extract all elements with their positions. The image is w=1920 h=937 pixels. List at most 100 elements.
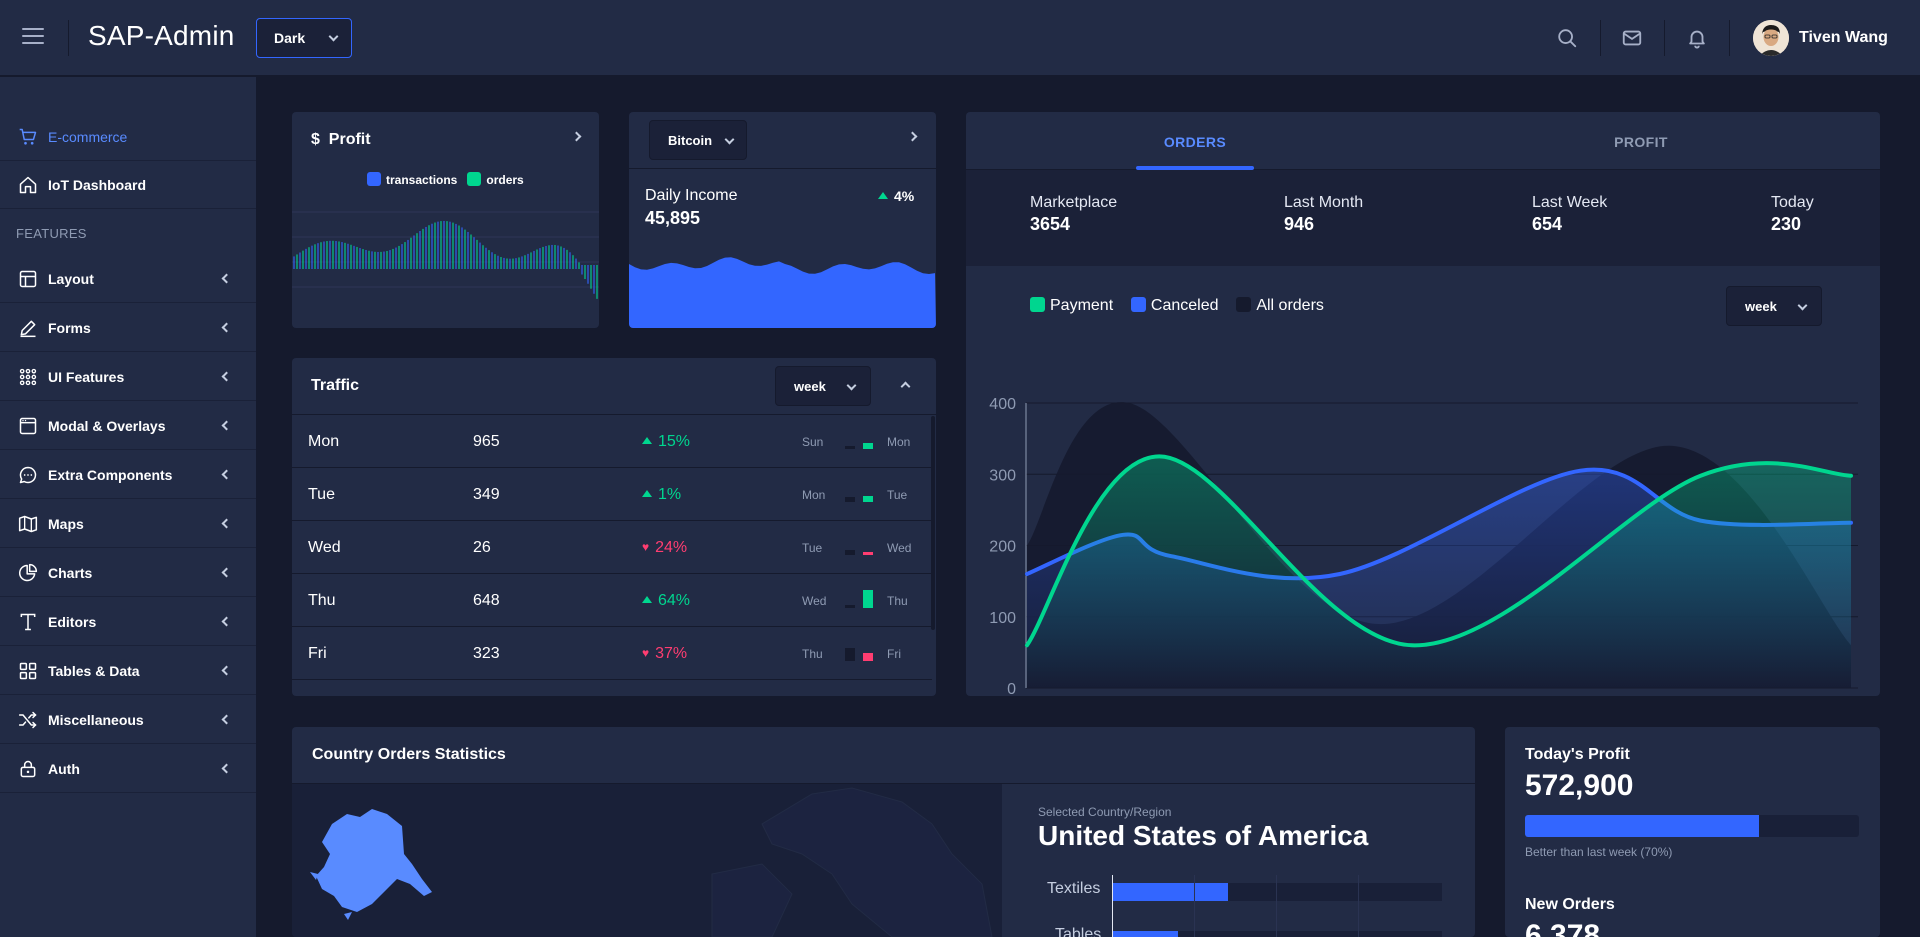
sidebar-item-miscellaneous[interactable]: Miscellaneous bbox=[0, 696, 256, 744]
sidebar-item-label: Tables & Data bbox=[48, 663, 140, 679]
orders-period-select[interactable]: week bbox=[1726, 286, 1822, 326]
sidebar-item-extra-components[interactable]: Extra Components bbox=[0, 451, 256, 499]
text-icon bbox=[20, 613, 36, 631]
profit-card: $ Profit transactions orders bbox=[292, 112, 599, 328]
traffic-prev-bar bbox=[845, 605, 855, 608]
traffic-prev-bar bbox=[845, 496, 855, 502]
stat-last-week: Last Week 654 bbox=[1532, 194, 1608, 234]
sidebar-item-editors[interactable]: Editors bbox=[0, 598, 256, 646]
y-tick-label: 100 bbox=[989, 610, 1016, 627]
bar-textiles bbox=[1112, 883, 1228, 901]
sidebar-item-label: E-commerce bbox=[48, 129, 128, 145]
theme-select[interactable]: Dark bbox=[256, 18, 352, 58]
sidebar-item-maps[interactable]: Maps bbox=[0, 500, 256, 548]
stat-marketplace: Marketplace 3654 bbox=[1030, 194, 1118, 234]
orders-legend: Payment Canceled All orders bbox=[1030, 297, 1324, 315]
arrow-up-icon bbox=[642, 437, 652, 444]
traffic-scrollbar[interactable] bbox=[931, 416, 935, 630]
legend-item-transactions: transactions bbox=[367, 172, 457, 187]
user-name[interactable]: Tiven Wang bbox=[1799, 29, 1888, 47]
chevron-down-icon bbox=[846, 380, 857, 391]
legend-swatch bbox=[367, 172, 381, 186]
sidebar-group-features: FEATURES bbox=[16, 226, 87, 241]
traffic-prev-bar bbox=[845, 446, 855, 449]
map-icon bbox=[18, 515, 38, 533]
traffic-row: Thu 648 64% Wed Thu bbox=[292, 574, 932, 627]
bar-track-tables bbox=[1112, 931, 1442, 937]
daily-income-delta: 4% bbox=[878, 188, 914, 204]
sidebar-item-auth[interactable]: Auth bbox=[0, 745, 256, 793]
tabs-header bbox=[966, 112, 1880, 170]
todays-profit-card: Today's Profit 572,900 Better than last … bbox=[1505, 727, 1880, 937]
keypad-icon bbox=[19, 368, 37, 386]
browser-icon bbox=[19, 417, 37, 435]
chevron-down-icon bbox=[724, 134, 735, 145]
sidebar-item-charts[interactable]: Charts bbox=[0, 549, 256, 597]
sidebar-item-ui-features[interactable]: UI Features bbox=[0, 353, 256, 401]
new-orders-value: 6,378 bbox=[1525, 919, 1601, 937]
app-brand[interactable]: SAP-Admin bbox=[88, 20, 235, 52]
search-icon[interactable] bbox=[1556, 27, 1578, 49]
world-map[interactable] bbox=[292, 784, 1002, 937]
bar-axis bbox=[1112, 875, 1113, 937]
legend-swatch bbox=[1030, 297, 1045, 312]
bar-tables bbox=[1112, 931, 1178, 937]
traffic-cur-bar bbox=[863, 652, 873, 661]
sidebar-item-e-commerce[interactable]: E-commerce bbox=[0, 113, 256, 161]
sidebar-item-label: Layout bbox=[48, 271, 94, 287]
avatar[interactable] bbox=[1753, 20, 1789, 56]
sidebar-item-tables-data[interactable]: Tables & Data bbox=[0, 647, 256, 695]
profit-progress-bar bbox=[1525, 815, 1759, 837]
sidebar-item-layout[interactable]: Layout bbox=[0, 255, 256, 303]
profit-progress-track bbox=[1525, 815, 1859, 837]
orders-area-chart: 0100200300400MonTueWedThuFriSatSun bbox=[989, 396, 1858, 696]
tab-orders[interactable]: ORDERS bbox=[1136, 112, 1254, 170]
grid-icon bbox=[19, 662, 37, 680]
sidebar-item-label: Extra Components bbox=[48, 467, 173, 483]
email-icon[interactable] bbox=[1621, 27, 1643, 49]
progress-caption: Better than last week (70%) bbox=[1525, 845, 1673, 859]
traffic-cur-bar bbox=[863, 442, 873, 449]
bar-label-tables: Tables bbox=[1055, 926, 1102, 937]
daily-income-value: 45,895 bbox=[645, 208, 701, 228]
todays-profit-label: Today's Profit bbox=[1525, 746, 1630, 763]
legend-item-all-orders: All orders bbox=[1236, 297, 1324, 314]
traffic-day: Wed bbox=[308, 539, 341, 556]
top-header: SAP-Admin Dark Tiven Wang bbox=[0, 0, 1920, 76]
theme-select-value: Dark bbox=[274, 30, 306, 46]
arrow-up-icon bbox=[642, 490, 652, 497]
tab-profit[interactable]: PROFIT bbox=[1576, 112, 1706, 170]
traffic-cur-bar bbox=[863, 495, 873, 502]
chevron-left-icon bbox=[221, 273, 232, 284]
traffic-day: Mon bbox=[308, 433, 340, 450]
traffic-cur-bar bbox=[863, 590, 873, 608]
traffic-delta: 64% bbox=[642, 592, 690, 610]
legend-swatch bbox=[1130, 297, 1146, 312]
selected-country-name: United States of America bbox=[1038, 820, 1369, 851]
traffic-prev-label: Tue bbox=[802, 541, 823, 555]
chevron-right-icon[interactable] bbox=[571, 131, 582, 142]
menu-toggle-icon[interactable] bbox=[22, 28, 44, 46]
y-tick-label: 200 bbox=[989, 539, 1016, 556]
orders-stats: Marketplace 3654 Last Month 946 Last Week 6… bbox=[966, 170, 1880, 266]
traffic-cur-label: Tue bbox=[887, 488, 908, 502]
sidebar-item-label: Charts bbox=[48, 565, 93, 581]
traffic-period-select[interactable]: week bbox=[775, 366, 871, 406]
orders-profit-card: ORDERS PROFIT Marketplace 3654 Last Month… bbox=[966, 112, 1880, 696]
profit-sparkline-chart bbox=[292, 211, 599, 299]
bitcoin-card: Bitcoin Daily Income 45,895 4% bbox=[629, 112, 936, 328]
currency-select[interactable]: Bitcoin bbox=[649, 120, 747, 160]
legend-item-orders: orders bbox=[467, 172, 524, 187]
bell-icon[interactable] bbox=[1686, 27, 1708, 49]
heart-down-icon: ♥ bbox=[642, 646, 650, 660]
header-divider bbox=[68, 20, 69, 56]
traffic-prev-label: Thu bbox=[802, 647, 823, 661]
sidebar-item-label: Editors bbox=[48, 614, 97, 630]
chevron-left-icon bbox=[221, 665, 232, 676]
sidebar-item-modal-overlays[interactable]: Modal & Overlays bbox=[0, 402, 256, 450]
sidebar-item-forms[interactable]: Forms bbox=[0, 304, 256, 352]
sidebar-item-iot-dashboard[interactable]: IoT Dashboard bbox=[0, 161, 256, 209]
alaska-shape[interactable] bbox=[316, 809, 432, 912]
chevron-left-icon bbox=[221, 420, 232, 431]
chevron-left-icon bbox=[221, 714, 232, 725]
